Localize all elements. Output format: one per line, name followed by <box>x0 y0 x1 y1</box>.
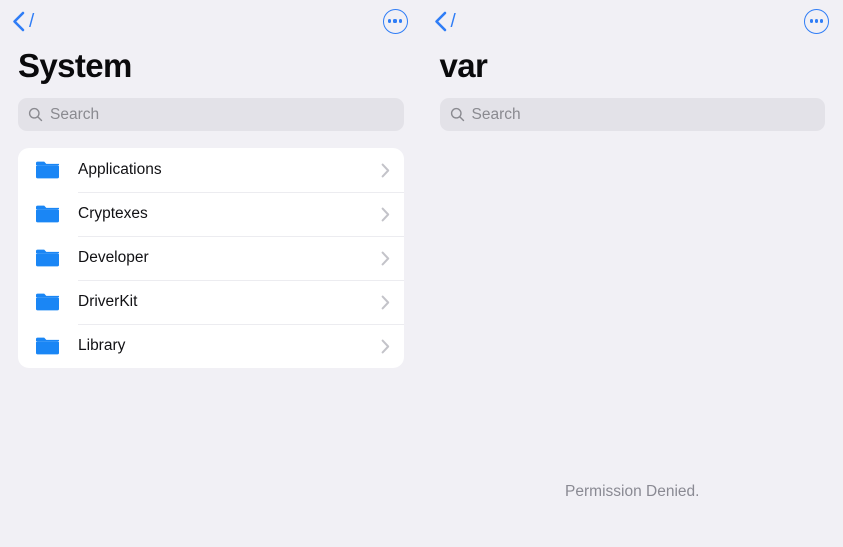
list-item[interactable]: DriverKit <box>18 280 404 324</box>
ellipsis-circle-icon[interactable] <box>382 8 408 34</box>
permission-denied-message: Permission Denied. <box>565 483 700 500</box>
ellipsis-dot <box>820 19 824 23</box>
folder-icon <box>36 337 59 355</box>
chevron-left-icon <box>434 11 446 31</box>
ellipsis-circle-icon[interactable] <box>804 8 829 34</box>
list-item-label: Applications <box>78 161 162 179</box>
ellipsis-dot <box>398 19 402 23</box>
list-item-label: Cryptexes <box>78 205 148 223</box>
search-placeholder: Search <box>50 105 100 123</box>
page-title: System <box>18 47 132 84</box>
list-item[interactable]: Applications <box>18 148 404 192</box>
search-placeholder: Search <box>471 105 521 123</box>
search-container: Search <box>0 86 422 131</box>
back-button-label: / <box>29 10 35 32</box>
folder-icon <box>36 249 59 267</box>
search-icon <box>28 107 43 122</box>
chevron-right-icon <box>381 207 389 221</box>
folder-icon <box>36 205 59 223</box>
directory-list-container: Applications Cryptexes Developer DriverK… <box>0 131 422 368</box>
search-container: Search <box>422 86 843 131</box>
chevron-right-icon <box>381 163 389 177</box>
chevron-right-icon <box>381 295 389 309</box>
folder-icon <box>36 161 59 179</box>
search-input[interactable]: Search <box>18 98 404 131</box>
search-icon <box>450 107 464 122</box>
navigation-bar: / <box>0 0 422 42</box>
search-input[interactable]: Search <box>439 98 825 131</box>
list-item[interactable]: Cryptexes <box>18 192 404 236</box>
chevron-right-icon <box>381 251 389 265</box>
list-item-label: Library <box>78 337 126 355</box>
dual-pane-browser: / System Search Applications Cryptexes D… <box>0 0 843 547</box>
directory-list: Applications Cryptexes Developer DriverK… <box>18 148 404 368</box>
ellipsis-dot <box>814 19 819 23</box>
folder-icon <box>36 293 59 311</box>
back-button[interactable]: / <box>12 11 34 32</box>
navigation-bar: / <box>422 0 843 42</box>
back-button-label: / <box>450 10 456 32</box>
chevron-left-icon <box>13 11 25 31</box>
list-item-label: Developer <box>78 249 149 267</box>
ellipsis-dot <box>388 19 392 23</box>
list-item[interactable]: Library <box>18 324 404 368</box>
back-button[interactable]: / <box>434 11 456 32</box>
list-item[interactable]: Developer <box>18 236 404 280</box>
list-item-label: DriverKit <box>78 293 138 311</box>
pane-left: / System Search Applications Cryptexes D… <box>0 0 422 547</box>
page-title: var <box>439 47 488 84</box>
ellipsis-dot <box>809 19 813 23</box>
ellipsis-dot <box>393 19 397 23</box>
chevron-right-icon <box>381 339 389 353</box>
pane-right: / var Search Permission Denied. <box>421 0 843 547</box>
